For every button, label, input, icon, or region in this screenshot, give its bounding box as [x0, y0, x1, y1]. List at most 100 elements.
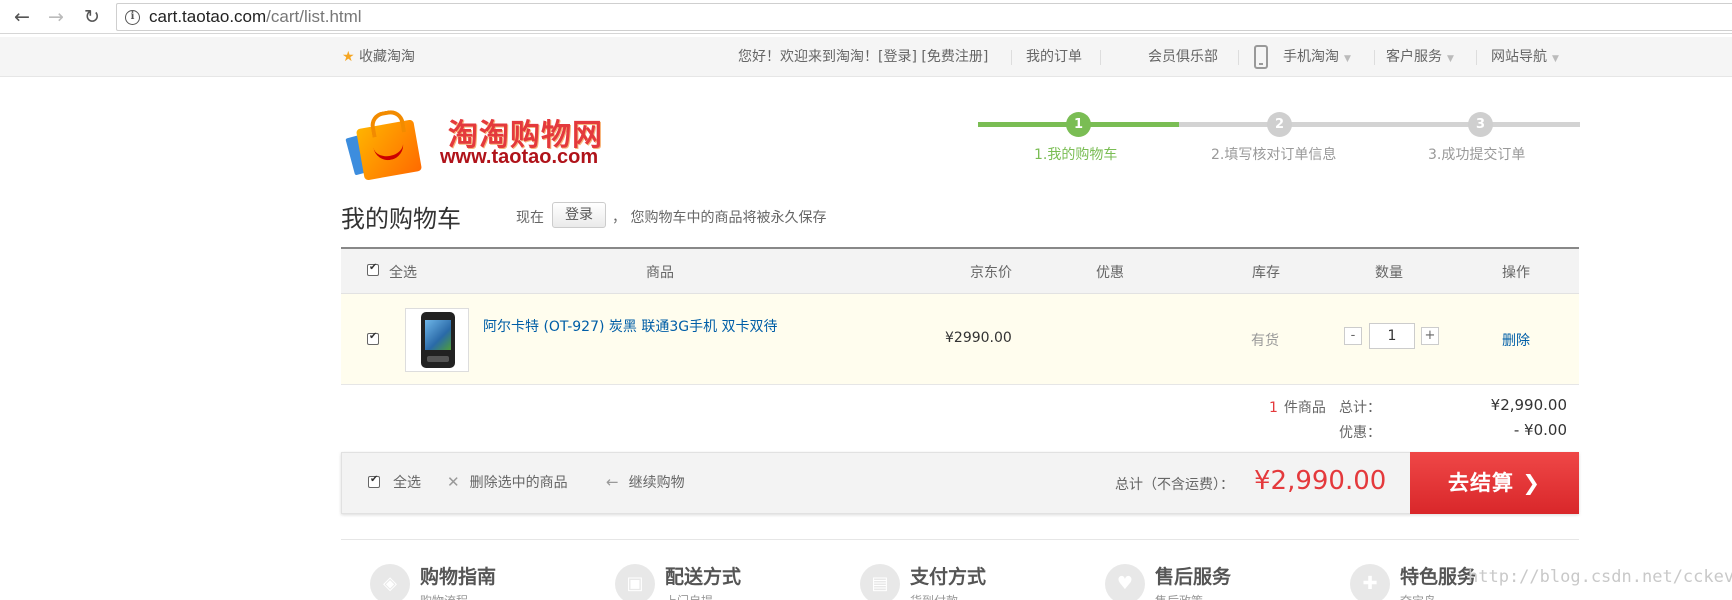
service-sub[interactable]: 售后政策 — [1155, 592, 1203, 600]
quantity-input[interactable]: 1 — [1369, 323, 1415, 349]
login-button[interactable]: 登录 — [552, 202, 606, 228]
header-quantity: 数量 — [1375, 265, 1403, 281]
watermark: http://blog.csdn.net/cckevincyh — [1468, 567, 1732, 587]
wallet-icon: ▤ — [860, 564, 900, 600]
shortcut-bar: ★ 收藏淘淘 您好！欢迎来到淘淘！[登录] [免费注册] 我的订单 会员俱乐部 … — [0, 37, 1732, 77]
delete-selected-button[interactable]: ✕ 删除选中的商品 — [447, 472, 568, 492]
product-price: ¥2990.00 — [945, 330, 1012, 346]
divider — [1374, 50, 1375, 65]
service-title: 支付方式 — [910, 566, 987, 588]
subtotal-value: ¥2,990.00 — [1490, 396, 1567, 414]
grand-total-value: ¥2,990.00 — [1254, 466, 1387, 496]
chevron-down-icon: ▼ — [1447, 54, 1454, 64]
hint-suffix: ， 您购物车中的商品将被永久保存 — [612, 210, 827, 226]
back-icon[interactable]: ← — [10, 5, 34, 29]
decrement-button[interactable]: - — [1344, 327, 1362, 345]
url-path: /cart/list.html — [266, 7, 362, 26]
divider — [1100, 50, 1101, 65]
arrow-left-icon: ← — [606, 473, 619, 491]
header-product: 商品 — [646, 265, 674, 281]
my-orders-link[interactable]: 我的订单 — [1026, 47, 1082, 67]
product-name-link[interactable]: 阿尔卡特 (OT-927) 炭黑 联通3G手机 双卡双待 — [483, 316, 778, 336]
continue-label: 继续购物 — [628, 475, 685, 491]
continue-shopping-button[interactable]: ← 继续购物 — [606, 472, 685, 492]
service-sub[interactable]: 购物流程 — [420, 592, 468, 600]
chevron-down-icon: ▼ — [1344, 54, 1351, 64]
increment-button[interactable]: + — [1421, 327, 1439, 345]
delete-selected-label: 删除选中的商品 — [469, 475, 568, 491]
service-sub[interactable]: 夺宝岛 — [1400, 592, 1436, 600]
subtotal-label: 总计： — [1339, 400, 1381, 416]
step-1-label: 1.我的购物车 — [1034, 147, 1118, 163]
discount-value: - ¥0.00 — [1513, 421, 1567, 439]
divider — [1011, 50, 1012, 65]
cart-toolbar: 全选 ✕ 删除选中的商品 ← 继续购物 总计（不含运费）： ¥2,990.00 去结… — [341, 452, 1579, 514]
footer-select-all[interactable]: 全选 — [393, 472, 421, 492]
cart-table: 全选 商品 京东价 优惠 库存 数量 操作 阿尔卡特 (OT-927) 炭黑 联… — [341, 247, 1579, 455]
heart-icon: ♥ — [1105, 564, 1145, 600]
delete-link[interactable]: 删除 — [1502, 330, 1530, 350]
chevron-down-icon: ▼ — [1552, 54, 1559, 64]
mobile-label: 手机淘淘 — [1283, 49, 1339, 65]
url-text[interactable]: cart.taotao.com/cart/list.html — [149, 7, 362, 27]
header-select-all[interactable]: 全选 — [389, 262, 417, 282]
header-stock: 库存 — [1252, 265, 1280, 281]
table-row: 阿尔卡特 (OT-927) 炭黑 联通3G手机 双卡双待 ¥2990.00 有货… — [341, 294, 1579, 385]
step-1-dot: 1 — [1066, 112, 1091, 137]
customer-service-menu[interactable]: 客户服务 ▼ — [1386, 47, 1454, 69]
select-all-checkbox-header[interactable] — [367, 262, 379, 276]
cart-summary: 1 件商品 总计： ¥2,990.00 优惠： - ¥0.00 — [341, 385, 1579, 455]
star-icon: ★ — [342, 49, 355, 65]
product-image[interactable] — [405, 308, 469, 372]
chevron-right-icon: ❯ — [1522, 471, 1541, 495]
service-title: 配送方式 — [665, 566, 742, 588]
divider — [1238, 50, 1239, 65]
compass-icon: ◈ — [370, 564, 410, 600]
close-icon: ✕ — [447, 473, 460, 491]
divider — [1476, 50, 1477, 65]
step-3-dot: 3 — [1468, 112, 1493, 137]
mobile-taotao-menu[interactable]: 手机淘淘 ▼ — [1283, 47, 1351, 69]
truck-icon: ▣ — [615, 564, 655, 600]
service-title: 特色服务 — [1400, 566, 1477, 588]
step-progress-todo — [1179, 122, 1580, 127]
site-logo[interactable]: 淘淘购物网 www.taotao.com — [344, 100, 660, 182]
service-sub[interactable]: 上门自提 — [665, 592, 713, 600]
footer-divider — [341, 539, 1579, 540]
info-icon[interactable]: i — [125, 10, 140, 25]
service-label: 客户服务 — [1386, 49, 1442, 65]
header-price: 京东价 — [970, 265, 1012, 281]
table-header: 全选 商品 京东价 优惠 库存 数量 操作 — [341, 249, 1579, 294]
url-host: cart.taotao.com — [149, 7, 267, 26]
site-nav-menu[interactable]: 网站导航 ▼ — [1491, 47, 1559, 69]
item-checkbox[interactable] — [367, 331, 379, 345]
header-action: 操作 — [1502, 265, 1530, 281]
service-sub[interactable]: 货到付款 — [910, 592, 958, 600]
welcome-text[interactable]: 您好！欢迎来到淘淘！[登录] [免费注册] — [738, 47, 988, 67]
sitenav-label: 网站导航 — [1491, 49, 1547, 65]
reload-icon[interactable]: ↻ — [80, 5, 104, 29]
mobile-phone-icon — [1254, 45, 1268, 69]
bag-smile — [373, 141, 406, 163]
product-stock: 有货 — [1251, 333, 1279, 349]
checkout-steps: 1 2 3 1.我的购物车 2.填写核对订单信息 3.成功提交订单 — [978, 108, 1580, 168]
checkout-button[interactable]: 去结算 ❯ — [1410, 452, 1579, 514]
service-title: 购物指南 — [420, 566, 497, 588]
forward-icon[interactable]: → — [44, 5, 68, 29]
address-bar[interactable]: i cart.taotao.com/cart/list.html — [116, 3, 1732, 31]
login-hint: 现在 登录 ， 您购物车中的商品将被永久保存 — [516, 202, 827, 231]
favorite-link[interactable]: ★ 收藏淘淘 — [342, 47, 415, 67]
member-club-link[interactable]: 会员俱乐部 — [1148, 47, 1218, 67]
browser-toolbar: ← → ↻ i cart.taotao.com/cart/list.html — [0, 0, 1732, 34]
hint-prefix: 现在 — [516, 210, 544, 226]
step-3-label: 3.成功提交订单 — [1428, 147, 1526, 163]
checkout-label: 去结算 — [1448, 471, 1515, 495]
page-title: 我的购物车 — [341, 205, 461, 233]
logo-url: www.taotao.com — [440, 146, 599, 168]
bag-body — [355, 119, 423, 181]
item-count: 1 件商品 — [1269, 397, 1326, 417]
select-all-checkbox-footer[interactable] — [368, 474, 380, 488]
favorite-label: 收藏淘淘 — [359, 49, 416, 65]
item-count-number: 1 — [1269, 400, 1278, 416]
phone-image — [421, 312, 455, 368]
